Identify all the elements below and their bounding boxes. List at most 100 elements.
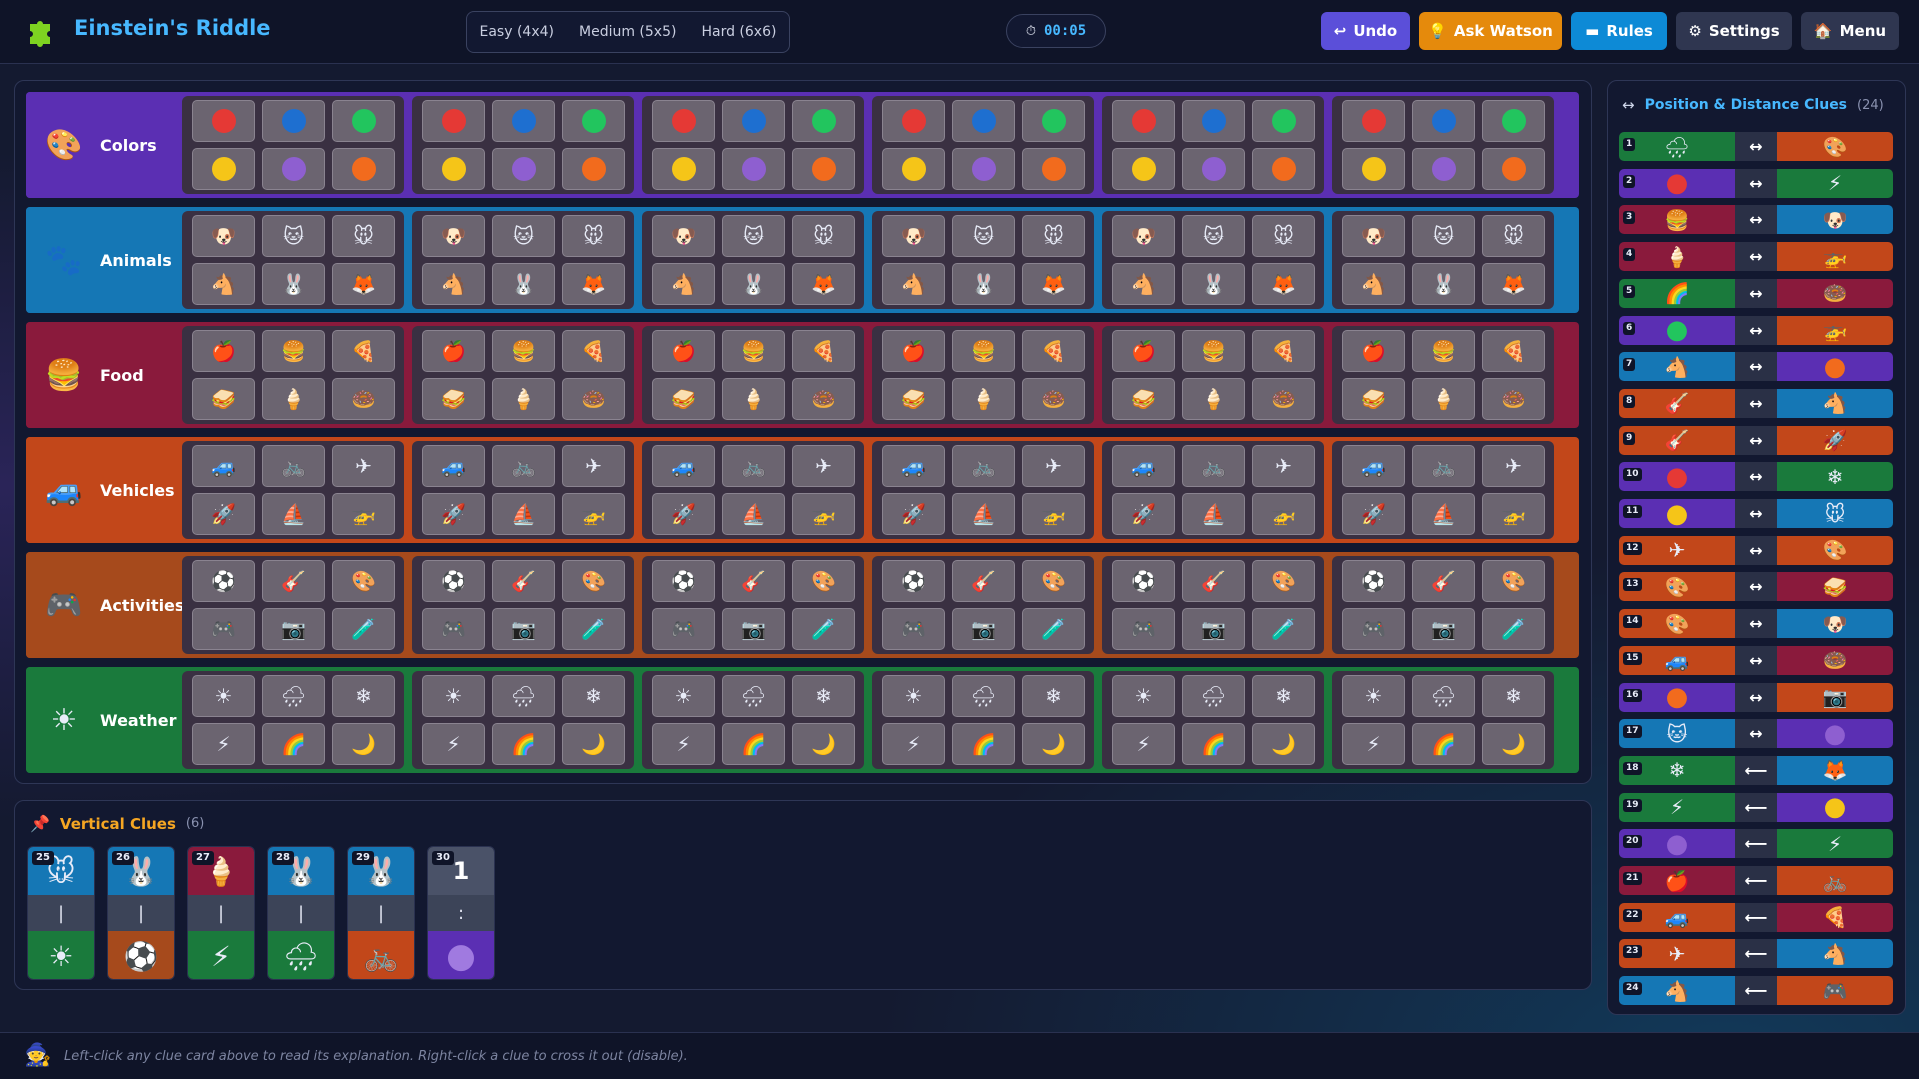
option-cell[interactable]: 🐴 <box>192 263 255 305</box>
option-cell[interactable]: 🎮 <box>1112 608 1175 650</box>
option-cell[interactable]: 🐰 <box>1182 263 1245 305</box>
position-clue-card[interactable]: 17 🐱 ↔ ● <box>1619 719 1893 749</box>
option-cell[interactable]: 🎮 <box>422 608 485 650</box>
option-cell[interactable]: 🐭 <box>792 215 855 257</box>
option-cell[interactable] <box>332 100 395 142</box>
position-clue-card[interactable]: 18 ❄ ⟵ 🦊 <box>1619 755 1893 785</box>
option-cell[interactable]: 🚙 <box>652 445 715 487</box>
option-cell[interactable]: 🍎 <box>652 330 715 372</box>
vertical-clue-card[interactable]: 30 1: ● <box>427 846 495 980</box>
option-cell[interactable]: 🚲 <box>722 445 785 487</box>
option-cell[interactable]: 🍩 <box>562 378 625 420</box>
position-clue-card[interactable]: 3 🍔 ↔ 🐶 <box>1619 205 1893 235</box>
option-cell[interactable]: 🎨 <box>562 560 625 602</box>
option-cell[interactable]: 🍔 <box>262 330 325 372</box>
option-cell[interactable]: 🍔 <box>952 330 1015 372</box>
option-cell[interactable]: 🍩 <box>792 378 855 420</box>
option-cell[interactable] <box>792 148 855 190</box>
option-cell[interactable]: ⚡ <box>422 723 485 765</box>
option-cell[interactable] <box>652 100 715 142</box>
option-cell[interactable]: 🐴 <box>882 263 945 305</box>
option-cell[interactable]: ⛵ <box>492 493 555 535</box>
option-cell[interactable]: 🦊 <box>332 263 395 305</box>
option-cell[interactable]: 🎨 <box>1022 560 1085 602</box>
option-cell[interactable]: 🐱 <box>262 215 325 257</box>
option-cell[interactable]: ⚡ <box>1112 723 1175 765</box>
option-cell[interactable]: 🐰 <box>492 263 555 305</box>
option-cell[interactable]: 🚁 <box>1482 493 1545 535</box>
option-cell[interactable]: 🚙 <box>422 445 485 487</box>
position-clue-card[interactable]: 19 ⚡ ⟵ ● <box>1619 792 1893 822</box>
position-clue-card[interactable]: 15 🚙 ↔ 🍩 <box>1619 645 1893 675</box>
option-cell[interactable]: 🍦 <box>262 378 325 420</box>
option-cell[interactable]: 🐴 <box>1342 263 1405 305</box>
option-cell[interactable]: 📷 <box>492 608 555 650</box>
option-cell[interactable]: ❄ <box>792 675 855 717</box>
option-cell[interactable]: 🌈 <box>262 723 325 765</box>
position-clue-card[interactable]: 1 🌧 ↔ 🎨 <box>1619 132 1893 161</box>
position-clue-card[interactable]: 11 ● ↔ 🐭 <box>1619 499 1893 528</box>
position-clue-card[interactable]: 10 ● ↔ ❄ <box>1619 462 1893 492</box>
option-cell[interactable]: 🚀 <box>652 493 715 535</box>
option-cell[interactable]: 🐱 <box>1182 215 1245 257</box>
vertical-clue-card[interactable]: 26 🐰 | ⚽ <box>107 846 175 980</box>
option-cell[interactable]: ⚽ <box>192 560 255 602</box>
option-cell[interactable]: 🌙 <box>792 723 855 765</box>
option-cell[interactable] <box>882 148 945 190</box>
option-cell[interactable]: 🍦 <box>1182 378 1245 420</box>
option-cell[interactable]: 🐭 <box>1022 215 1085 257</box>
position-clue-card[interactable]: 22 🚙 ⟵ 🍕 <box>1619 902 1893 932</box>
option-cell[interactable]: 🎸 <box>722 560 785 602</box>
option-cell[interactable]: 🚀 <box>422 493 485 535</box>
position-clue-card[interactable]: 8 🎸 ↔ 🐴 <box>1619 388 1893 418</box>
option-cell[interactable] <box>1482 100 1545 142</box>
option-cell[interactable]: 🎮 <box>652 608 715 650</box>
option-cell[interactable]: 🐰 <box>722 263 785 305</box>
option-cell[interactable]: 🌈 <box>492 723 555 765</box>
option-cell[interactable]: 🍩 <box>1482 378 1545 420</box>
position-clue-card[interactable]: 24 🐴 ⟵ 🎮 <box>1619 976 1893 1006</box>
option-cell[interactable]: 🌧 <box>492 675 555 717</box>
option-cell[interactable] <box>722 148 785 190</box>
option-cell[interactable]: 🍦 <box>722 378 785 420</box>
option-cell[interactable]: ❄ <box>1482 675 1545 717</box>
option-cell[interactable] <box>422 148 485 190</box>
option-cell[interactable]: ✈ <box>1252 445 1315 487</box>
option-cell[interactable] <box>192 100 255 142</box>
option-cell[interactable]: 🚁 <box>1022 493 1085 535</box>
option-cell[interactable]: 🦊 <box>1482 263 1545 305</box>
option-cell[interactable]: 🦊 <box>1252 263 1315 305</box>
option-cell[interactable]: 🚙 <box>192 445 255 487</box>
option-cell[interactable] <box>1182 148 1245 190</box>
option-cell[interactable]: ⚡ <box>882 723 945 765</box>
option-cell[interactable]: 🚀 <box>1342 493 1405 535</box>
option-cell[interactable]: ✈ <box>562 445 625 487</box>
option-cell[interactable]: 🌧 <box>722 675 785 717</box>
position-clue-card[interactable]: 5 🌈 ↔ 🍩 <box>1619 278 1893 308</box>
option-cell[interactable]: 🚲 <box>952 445 1015 487</box>
difficulty-medium[interactable]: Medium (5x5) <box>579 24 676 40</box>
option-cell[interactable]: ⚡ <box>192 723 255 765</box>
option-cell[interactable]: 🐰 <box>262 263 325 305</box>
option-cell[interactable]: 🦊 <box>1022 263 1085 305</box>
difficulty-easy[interactable]: Easy (4x4) <box>480 24 554 40</box>
option-cell[interactable]: 🥪 <box>652 378 715 420</box>
option-cell[interactable] <box>422 100 485 142</box>
option-cell[interactable]: 🧪 <box>1482 608 1545 650</box>
option-cell[interactable]: 📷 <box>1412 608 1475 650</box>
position-clue-card[interactable]: 21 🍎 ⟵ 🚲 <box>1619 866 1893 895</box>
vertical-clue-card[interactable]: 25 🐭 | ☀ <box>27 846 95 980</box>
position-clue-card[interactable]: 2 ● ↔ ⚡ <box>1619 168 1893 198</box>
option-cell[interactable]: 🚙 <box>1342 445 1405 487</box>
option-cell[interactable]: 🌙 <box>1022 723 1085 765</box>
option-cell[interactable]: 🍕 <box>1022 330 1085 372</box>
option-cell[interactable]: ☀ <box>882 675 945 717</box>
position-clue-card[interactable]: 6 ● ↔ 🚁 <box>1619 315 1893 345</box>
option-cell[interactable]: ⚡ <box>1342 723 1405 765</box>
option-cell[interactable]: 🥪 <box>1112 378 1175 420</box>
option-cell[interactable]: 🍎 <box>1342 330 1405 372</box>
option-cell[interactable] <box>1112 148 1175 190</box>
option-cell[interactable]: 🐱 <box>1412 215 1475 257</box>
option-cell[interactable]: 🍎 <box>882 330 945 372</box>
option-cell[interactable] <box>562 100 625 142</box>
